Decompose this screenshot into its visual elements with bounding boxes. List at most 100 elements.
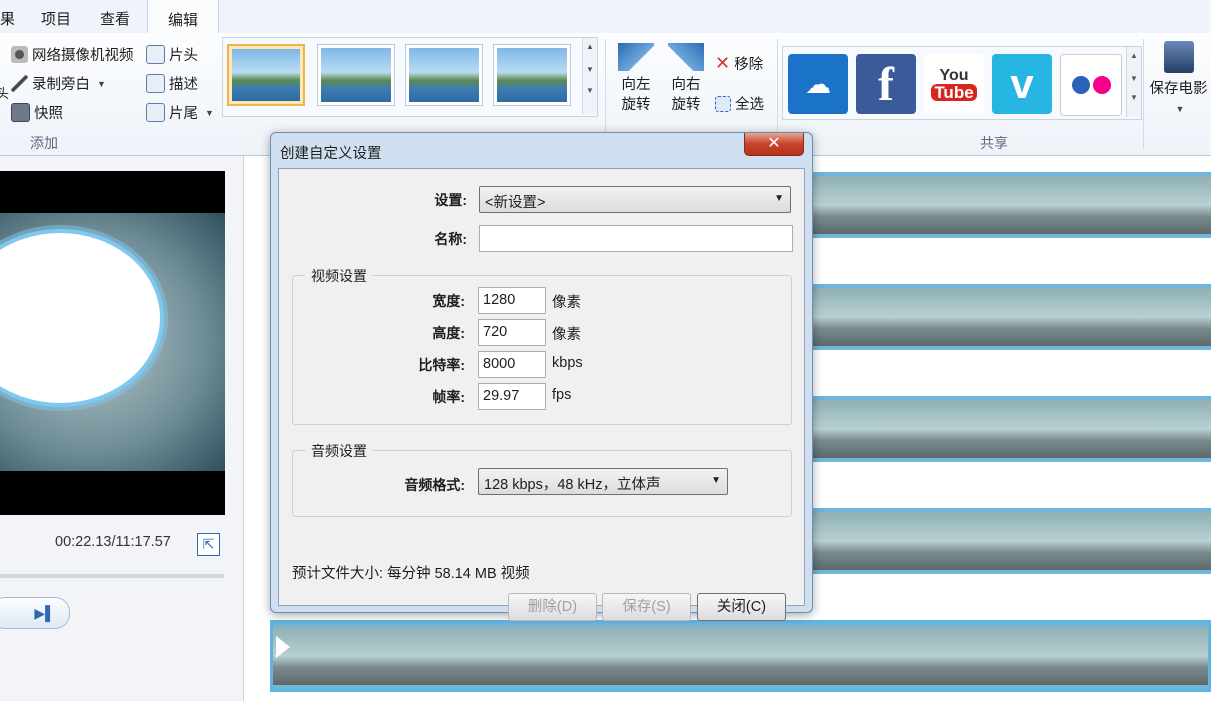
credits-button[interactable]: 片尾 ▼ bbox=[146, 102, 214, 123]
name-field[interactable] bbox=[479, 225, 793, 252]
chevron-down-icon: ▼ bbox=[97, 78, 106, 89]
menu-item-edit[interactable]: 编辑 bbox=[147, 0, 220, 33]
onedrive-icon[interactable]: ☁ bbox=[788, 54, 848, 114]
select-all-button[interactable]: 全选 bbox=[715, 93, 764, 114]
snapshot-button[interactable]: 快照 bbox=[11, 102, 63, 123]
webcam-icon bbox=[11, 46, 28, 63]
video-settings-group: 视频设置 宽度: 1280 像素 高度: 720 像素 比特率: 8000 kb… bbox=[292, 266, 792, 425]
share-scroll[interactable]: ▲ ▼ ▼ bbox=[1126, 47, 1141, 117]
rotate-right-icon bbox=[668, 43, 704, 71]
scroll-up-icon[interactable]: ▲ bbox=[583, 42, 597, 51]
rotate-left-label-2: 旋转 bbox=[621, 97, 651, 113]
rotate-left-button[interactable]: 向左 旋转 bbox=[616, 43, 656, 115]
audio-format-dropdown[interactable]: 128 kbps，48 kHz，立体声 ▼ bbox=[478, 468, 728, 495]
menu-item-view[interactable]: 查看 bbox=[100, 8, 130, 29]
audio-track-selected[interactable] bbox=[270, 620, 1211, 692]
height-label: 高度: bbox=[432, 325, 465, 341]
width-field[interactable]: 1280 bbox=[478, 287, 546, 314]
height-unit: 像素 bbox=[552, 327, 581, 343]
delete-button[interactable]: 删除(D) bbox=[508, 593, 597, 621]
bitrate-unit: kbps bbox=[552, 355, 583, 371]
width-label: 宽度: bbox=[432, 293, 465, 309]
caption-label: 描述 bbox=[169, 77, 198, 93]
record-narration-button[interactable]: 录制旁白 ▼ bbox=[11, 73, 106, 94]
framerate-unit: fps bbox=[552, 387, 572, 403]
title-icon bbox=[146, 45, 165, 64]
rotate-left-icon bbox=[618, 43, 654, 71]
snapshot-label: 快照 bbox=[34, 106, 63, 122]
scroll-up-icon[interactable]: ▲ bbox=[1127, 51, 1141, 60]
video-settings-legend: 视频设置 bbox=[305, 266, 373, 286]
group-divider bbox=[1143, 39, 1144, 149]
rotate-right-button[interactable]: 向右 旋转 bbox=[666, 43, 706, 115]
rotate-right-label-1: 向右 bbox=[671, 77, 701, 93]
select-all-label: 全选 bbox=[735, 97, 764, 113]
flickr-icon[interactable] bbox=[1060, 54, 1122, 116]
remove-icon: ✕ bbox=[715, 53, 731, 73]
scroll-down-icon[interactable]: ▼ bbox=[1127, 74, 1141, 83]
next-frame-icon: ▶▌ bbox=[34, 605, 55, 621]
share-gallery: ☁ f You Tube v ▲ ▼ ▼ bbox=[782, 46, 1142, 120]
ribbon-edge-char: 头 bbox=[0, 86, 10, 101]
audio-format-value: 128 kbps，48 kHz，立体声 bbox=[484, 477, 661, 493]
menu-item-partial[interactable]: 果 bbox=[0, 8, 15, 29]
playhead-marker[interactable] bbox=[276, 636, 290, 658]
webcam-video-label: 网络摄像机视频 bbox=[32, 48, 134, 64]
title-label: 片头 bbox=[169, 48, 198, 64]
title-button[interactable]: 片头 bbox=[146, 44, 198, 65]
fullscreen-icon[interactable]: ⇱ bbox=[197, 533, 220, 556]
width-unit: 像素 bbox=[552, 295, 581, 311]
video-preview[interactable] bbox=[0, 171, 225, 515]
gallery-expand-icon[interactable]: ▼ bbox=[583, 86, 597, 95]
save-movie-label: 保存电影 bbox=[1149, 81, 1208, 97]
rotate-right-label-2: 旋转 bbox=[671, 97, 701, 113]
credits-label: 片尾 bbox=[169, 106, 198, 122]
timecode: 00:22.13/11:17.57 bbox=[55, 534, 171, 550]
effect-thumbnail[interactable] bbox=[227, 44, 305, 106]
next-frame-button[interactable]: ▶▌ bbox=[0, 597, 70, 629]
dialog-title: 创建自定义设置 bbox=[280, 146, 382, 162]
webcam-video-button[interactable]: 网络摄像机视频 bbox=[11, 44, 134, 65]
menu-item-project[interactable]: 项目 bbox=[41, 8, 71, 29]
remove-button[interactable]: ✕ 移除 bbox=[715, 53, 763, 74]
scroll-down-icon[interactable]: ▼ bbox=[583, 65, 597, 74]
dialog-body: 设置: <新设置> ▼ 名称: 视频设置 宽度: 1280 像素 高度: 720… bbox=[278, 168, 805, 621]
menu-bar: 果 项目 查看 编辑 bbox=[0, 0, 1211, 34]
cloud-graphic bbox=[0, 233, 160, 403]
effect-thumbnail[interactable] bbox=[405, 44, 483, 106]
vimeo-icon[interactable]: v bbox=[992, 54, 1052, 114]
select-all-icon bbox=[715, 95, 731, 112]
chevron-down-icon: ▼ bbox=[711, 475, 721, 486]
youtube-icon[interactable]: You Tube bbox=[924, 54, 984, 114]
credits-icon bbox=[146, 103, 165, 122]
remove-label: 移除 bbox=[734, 57, 764, 73]
settings-dropdown[interactable]: <新设置> ▼ bbox=[479, 186, 791, 213]
close-icon[interactable]: ✕ bbox=[744, 133, 804, 156]
facebook-icon[interactable]: f bbox=[856, 54, 916, 114]
share-group-label: 共享 bbox=[980, 135, 1008, 151]
snapshot-icon bbox=[11, 103, 30, 122]
gallery-scroll[interactable]: ▲ ▼ ▼ bbox=[582, 38, 597, 114]
framerate-field[interactable]: 29.97 bbox=[478, 383, 546, 410]
settings-label: 设置: bbox=[434, 192, 467, 208]
chevron-down-icon: ▼ bbox=[1175, 104, 1185, 114]
seek-bar[interactable] bbox=[0, 574, 224, 578]
save-movie-button[interactable]: 保存电影 ▼ bbox=[1146, 41, 1211, 119]
file-size-estimate: 预计文件大小: 每分钟 58.14 MB 视频 bbox=[292, 566, 530, 582]
bitrate-label: 比特率: bbox=[418, 357, 465, 373]
effect-thumbnail[interactable] bbox=[493, 44, 571, 106]
gallery-expand-icon[interactable]: ▼ bbox=[1127, 93, 1141, 102]
bitrate-field[interactable]: 8000 bbox=[478, 351, 546, 378]
add-group-label: 添加 bbox=[30, 135, 58, 151]
rotate-left-label-1: 向左 bbox=[621, 77, 651, 93]
effects-gallery: ▲ ▼ ▼ bbox=[222, 37, 598, 117]
close-button[interactable]: 关闭(C) bbox=[697, 593, 786, 621]
effect-thumbnail[interactable] bbox=[317, 44, 395, 106]
caption-button[interactable]: 描述 bbox=[146, 73, 198, 94]
record-narration-label: 录制旁白 bbox=[32, 77, 90, 93]
microphone-icon bbox=[11, 75, 28, 92]
framerate-label: 帧率: bbox=[432, 389, 465, 405]
height-field[interactable]: 720 bbox=[478, 319, 546, 346]
audio-format-label: 音频格式: bbox=[404, 477, 465, 493]
save-button[interactable]: 保存(S) bbox=[602, 593, 691, 621]
